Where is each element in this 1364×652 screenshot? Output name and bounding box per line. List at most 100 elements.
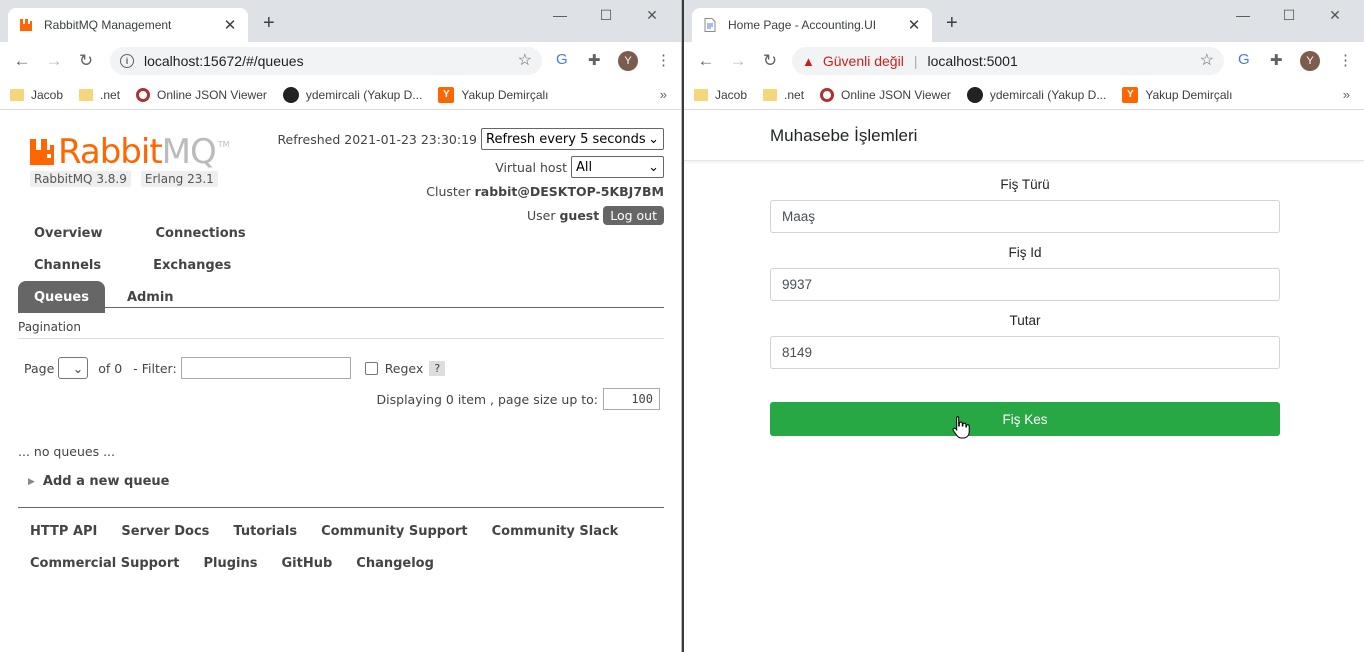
tab-admin[interactable]: Admin [105,290,190,305]
regex-help-icon[interactable]: ? [429,360,446,376]
tab-connections[interactable]: Connections [119,226,262,241]
add-queue-toggle[interactable]: ▶ Add a new queue [28,474,169,489]
tab-strip: Home Page - Accounting.UI ✕ + — ☐ ✕ [684,0,1364,42]
back-icon[interactable]: ← [690,51,722,71]
refresh-interval-select[interactable]: Refresh every 5 seconds ⌄ [481,128,664,150]
page-size-input[interactable]: 100 [603,388,660,410]
info-icon[interactable]: i [120,54,134,68]
reload-icon[interactable]: ↻ [70,51,102,71]
security-label[interactable]: Güvenli değil [823,53,904,69]
tab-title: Home Page - Accounting.UI [728,18,877,32]
bookmark-json-viewer[interactable]: Online JSON Viewer [820,87,951,102]
extensions-icon[interactable]: ✚ [588,51,601,69]
more-bookmarks-icon[interactable]: » [660,87,667,102]
bookmark-star-icon[interactable]: ☆ [518,50,532,70]
bookmark-star-icon[interactable]: ☆ [1200,50,1214,70]
erlang-version: Erlang 23.1 [140,171,218,187]
maximize-icon[interactable]: ☐ [1266,6,1312,24]
brand-link[interactable]: Muhasebe İşlemleri [770,126,917,146]
close-window-icon[interactable]: ✕ [1312,6,1358,24]
version-info: RabbitMQ 3.8.9 Erlang 23.1 [30,171,218,187]
display-info: Displaying 0 item , page size up to: 100 [377,388,660,410]
json-viewer-icon [136,87,151,102]
rabbitmq-favicon [18,17,34,33]
minimize-icon[interactable]: — [1220,6,1266,24]
field-group-amount: Tutar 8149 [770,313,1280,369]
url-text: localhost:15672/#/queues [144,53,304,69]
tab-rabbitmq[interactable]: RabbitMQ Management ✕ [8,8,248,42]
translate-icon[interactable]: G [556,51,568,68]
displaying-label: Displaying 0 item , page size up to: [376,391,598,407]
link-http-api[interactable]: HTTP API [18,524,109,539]
vhost-select[interactable]: All ⌄ [571,156,664,178]
window-controls: — ☐ ✕ [537,6,675,24]
tab-queues[interactable]: Queues [18,281,105,313]
filter-label: - Filter: [133,360,177,376]
github-icon [282,86,299,103]
tab-accounting[interactable]: Home Page - Accounting.UI ✕ [692,8,932,42]
bookmark-json-viewer[interactable]: Online JSON Viewer [136,87,267,102]
field-group-id: Fiş Id 9937 [770,245,1280,301]
profile-avatar[interactable]: Y [618,51,638,71]
back-icon[interactable]: ← [6,51,38,71]
type-label: Fiş Türü [1000,177,1050,192]
close-tab-icon[interactable]: ✕ [222,16,238,34]
address-bar[interactable]: ▲ Güvenli değil | localhost:5001 ☆ [792,47,1224,75]
submit-voucher-button[interactable]: Fiş Kes [770,402,1280,436]
link-changelog[interactable]: Changelog [344,556,446,571]
link-server-docs[interactable]: Server Docs [109,524,221,539]
bookmark-yakup[interactable]: Y Yakup Demirçalı [438,86,549,103]
maximize-icon[interactable]: ☐ [583,6,629,24]
forward-icon[interactable]: → [722,51,754,71]
bookmark-jacob[interactable]: Jacob [10,88,63,102]
of-label: of 0 [98,360,123,376]
link-tutorials[interactable]: Tutorials [221,524,309,539]
profile-avatar[interactable]: Y [1300,51,1320,71]
regex-checkbox[interactable] [364,361,378,375]
bookmark-github[interactable]: ydemircali (Yakup D... [966,86,1106,103]
amount-input[interactable]: 8149 [770,336,1280,369]
reload-icon[interactable]: ↻ [754,51,786,71]
link-github[interactable]: GitHub [270,556,345,571]
tab-channels[interactable]: Channels [18,258,117,273]
link-plugins[interactable]: Plugins [192,556,270,571]
close-tab-icon[interactable]: ✕ [906,16,922,34]
link-community-support[interactable]: Community Support [309,524,480,539]
new-tab-icon[interactable]: + [946,13,958,33]
id-label: Fiş Id [1008,245,1042,260]
tab-exchanges[interactable]: Exchanges [117,258,247,273]
rabbitmq-logo-icon [30,139,54,165]
vhost-label: Virtual host [495,159,567,175]
bookmark-jacob[interactable]: Jacob [694,88,747,102]
bookmark-net[interactable]: .net [79,88,120,102]
extensions-icon[interactable]: ✚ [1270,51,1283,69]
type-input[interactable]: Maaş [770,200,1280,233]
triangle-right-icon: ▶ [28,476,35,487]
address-bar[interactable]: i localhost:15672/#/queues ☆ [110,47,542,75]
link-community-slack[interactable]: Community Slack [480,524,631,539]
translate-icon[interactable]: G [1238,51,1250,68]
filter-input[interactable] [180,357,351,379]
tab-overview[interactable]: Overview [18,226,119,241]
json-viewer-icon [820,87,835,102]
rabbitmq-version: RabbitMQ 3.8.9 [30,171,131,187]
forward-icon[interactable]: → [38,51,70,71]
new-tab-icon[interactable]: + [263,13,275,33]
minimize-icon[interactable]: — [537,6,583,24]
bookmark-net[interactable]: .net [763,88,804,102]
rabbitmq-logo: RabbitMQ TM [30,135,230,169]
menu-icon[interactable]: ⋮ [1338,51,1353,69]
bookmark-yakup[interactable]: Y Yakup Demirçalı [1122,86,1233,103]
menu-icon[interactable]: ⋮ [656,51,671,69]
close-window-icon[interactable]: ✕ [629,6,675,24]
page-select[interactable]: ⌄ [58,357,89,379]
bookmarks-bar: Jacob .net Online JSON Viewer ydemircali… [684,80,1364,110]
more-bookmarks-icon[interactable]: » [1343,87,1350,102]
bookmark-github[interactable]: ydemircali (Yakup D... [282,86,422,103]
footer-links: HTTP API Server Docs Tutorials Community… [18,515,664,579]
browser-toolbar: ← → ↻ ▲ Güvenli değil | localhost:5001 ☆… [684,42,1364,79]
link-commercial-support[interactable]: Commercial Support [18,556,192,571]
folder-icon [694,88,708,101]
id-input[interactable]: 9937 [770,268,1280,301]
folder-icon [79,88,94,101]
